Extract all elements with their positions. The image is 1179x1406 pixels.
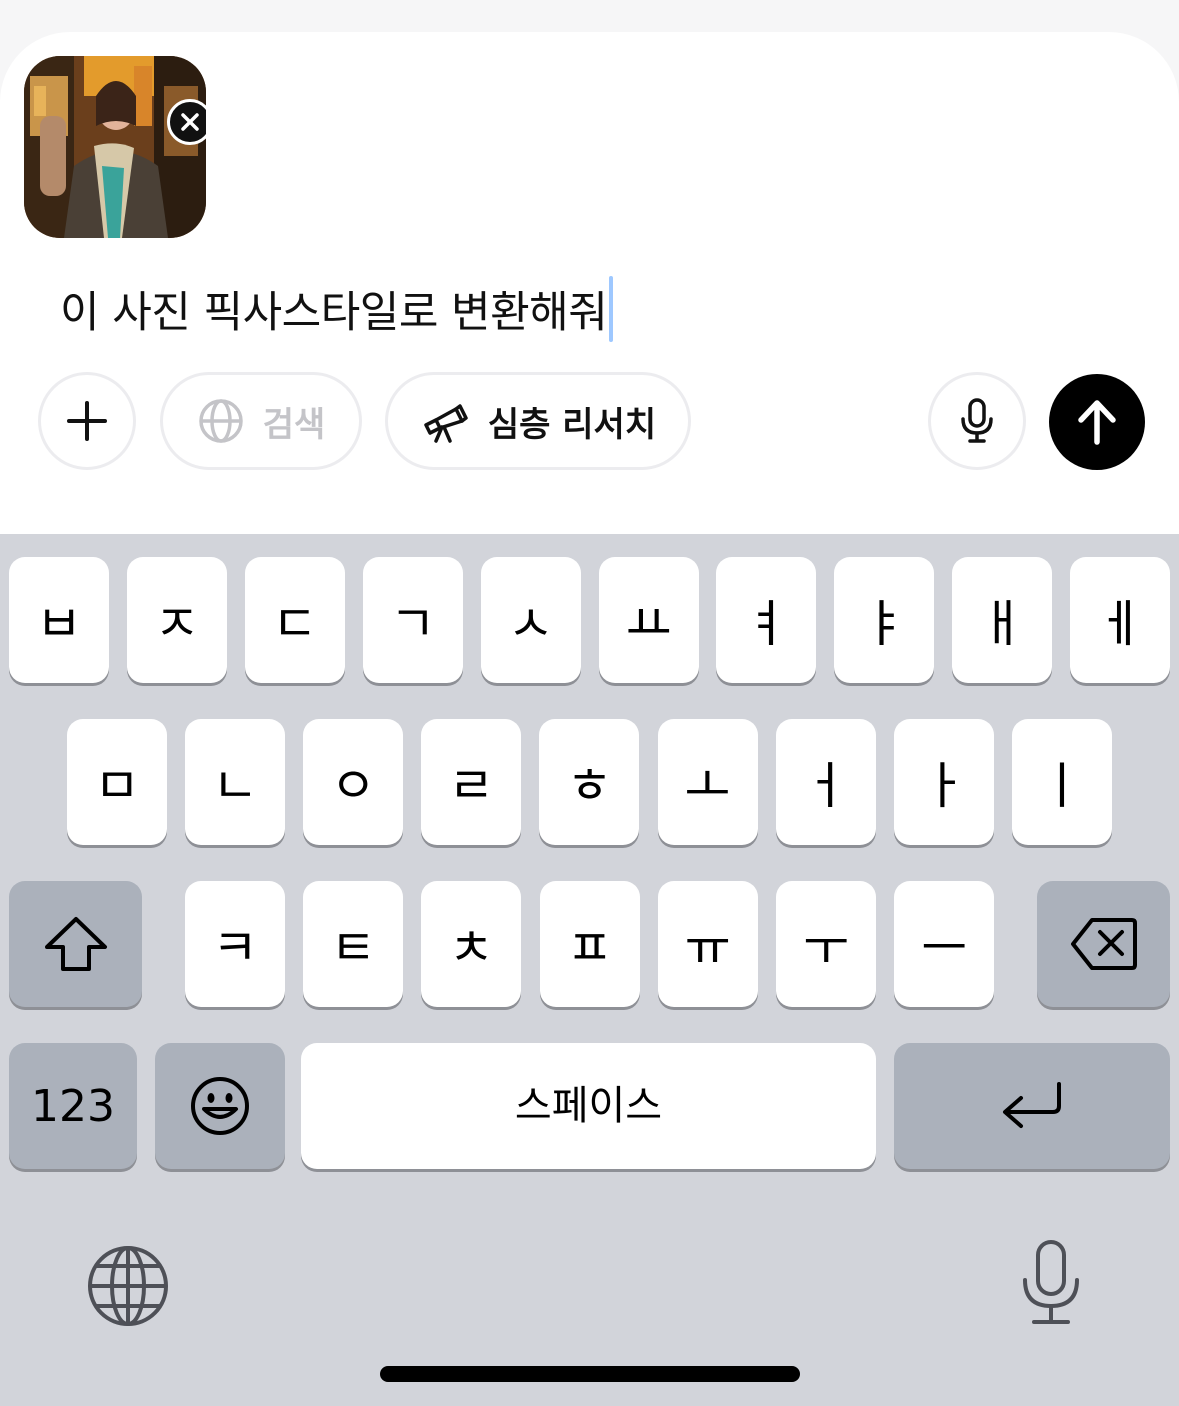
dictation-button[interactable] xyxy=(1020,1238,1082,1332)
letter-key-label: ㅛ xyxy=(625,595,672,653)
space-key[interactable]: 스페이스 xyxy=(301,1043,876,1169)
close-icon xyxy=(181,113,199,131)
letter-key[interactable]: ㅋ xyxy=(185,881,285,1007)
letter-key-label: ㅁ xyxy=(94,757,140,815)
letter-key-label: ㅇ xyxy=(330,757,377,815)
shift-key[interactable] xyxy=(9,881,142,1007)
letter-key[interactable]: ㅔ xyxy=(1070,557,1171,683)
return-icon xyxy=(1003,1082,1061,1128)
letter-key[interactable]: ㅗ xyxy=(657,719,758,845)
emoji-key[interactable] xyxy=(155,1043,285,1169)
letter-key-label: ㅑ xyxy=(861,595,908,653)
app-screen: 이 사진 픽사스타일로 변환해줘 검색 심층 리서치 ㅂ ㅈ ㄷ ㄱ ㅅ ㅛ ㅕ… xyxy=(0,0,1179,1406)
letter-key[interactable]: ㄴ xyxy=(185,719,286,845)
letter-key-label: ㅔ xyxy=(1097,595,1144,653)
delete-icon xyxy=(1070,918,1137,970)
letter-key-label: ㅏ xyxy=(920,757,967,815)
microphone-icon xyxy=(961,398,993,443)
letter-key-label: ㅓ xyxy=(802,757,849,815)
letter-key-label: ㅋ xyxy=(212,919,258,977)
letter-key-label: ㅎ xyxy=(566,757,613,815)
letter-key[interactable]: ㅌ xyxy=(303,881,404,1007)
letter-key[interactable]: ㄷ xyxy=(244,557,345,683)
letter-key-label: ㅌ xyxy=(330,919,377,977)
letter-key[interactable]: ㄱ xyxy=(362,557,463,683)
keyboard-switch-button[interactable] xyxy=(86,1244,170,1332)
microphone-icon xyxy=(1023,1240,1079,1324)
letter-key[interactable]: ㅅ xyxy=(480,557,581,683)
prompt-text: 이 사진 픽사스타일로 변환해줘 xyxy=(60,288,608,338)
globe-icon xyxy=(198,399,243,443)
letter-key[interactable]: ㅈ xyxy=(126,557,227,683)
letter-key[interactable]: ㅁ xyxy=(67,719,167,845)
return-key[interactable] xyxy=(894,1043,1170,1169)
arrow-up-icon xyxy=(1078,400,1116,445)
deep-research-label: 심층 리서치 xyxy=(487,404,657,445)
search-button[interactable]: 검색 xyxy=(160,372,362,470)
add-attachment-button[interactable] xyxy=(38,372,136,470)
attachment-image xyxy=(24,56,206,238)
letter-key-label: ㅜ xyxy=(803,919,849,977)
letter-key-label: ㅅ xyxy=(507,595,554,653)
letter-key-label: ㅡ xyxy=(921,919,968,977)
text-caret xyxy=(609,276,614,342)
letter-key-label: ㄴ xyxy=(212,757,259,815)
korean-keyboard: ㅂ ㅈ ㄷ ㄱ ㅅ ㅛ ㅕ ㅑ ㅐ ㅔ ㅁ ㄴ ㅇ ㄹ ㅎ ㅗ ㅓ ㅏ ㅣ ㅋ ㅌ ㅊ ㅍ ㅠ ㅜ ㅡ 123 스페이스 xyxy=(0,534,1179,1406)
plus-icon xyxy=(67,401,107,441)
letter-key[interactable]: ㅍ xyxy=(539,881,640,1007)
letter-key[interactable]: ㅡ xyxy=(894,881,995,1007)
deep-research-button[interactable]: 심층 리서치 xyxy=(385,372,691,470)
letter-key-label: ㅍ xyxy=(566,919,613,977)
search-label: 검색 xyxy=(262,404,326,445)
letter-key-label: ㅐ xyxy=(979,595,1026,653)
letter-key-label: ㅕ xyxy=(743,595,790,653)
letter-key-label: ㄹ xyxy=(448,757,495,815)
letter-key[interactable]: ㅠ xyxy=(657,881,758,1007)
letter-key-label: ㅈ xyxy=(153,595,200,653)
letter-key-label: ㄷ xyxy=(271,595,318,653)
attachment-thumbnail[interactable] xyxy=(24,56,206,238)
letter-key[interactable]: ㅂ xyxy=(9,557,109,683)
letter-key-label: ㅗ xyxy=(684,757,731,815)
letter-key-label: ㅂ xyxy=(36,595,82,653)
letter-key-label: ㄱ xyxy=(389,595,436,653)
letter-key-label: ㅠ xyxy=(684,919,731,977)
letter-key[interactable]: ㅛ xyxy=(598,557,699,683)
letter-key[interactable]: ㅎ xyxy=(539,719,640,845)
letter-key[interactable]: ㅏ xyxy=(893,719,994,845)
letter-key[interactable]: ㅕ xyxy=(716,557,817,683)
globe-icon xyxy=(88,1246,168,1326)
prompt-input[interactable]: 이 사진 픽사스타일로 변환해줘 xyxy=(60,274,614,344)
send-button[interactable] xyxy=(1049,374,1145,470)
shift-icon xyxy=(44,917,107,971)
letter-key[interactable]: ㅓ xyxy=(775,719,876,845)
delete-key[interactable] xyxy=(1037,881,1170,1007)
letter-key-label: ㅣ xyxy=(1038,757,1085,815)
letter-key[interactable]: ㅜ xyxy=(776,881,876,1007)
letter-key[interactable]: ㅣ xyxy=(1011,719,1112,845)
numbers-key[interactable]: 123 xyxy=(9,1043,137,1169)
emoji-icon xyxy=(191,1077,249,1135)
letter-key[interactable]: ㅇ xyxy=(303,719,404,845)
home-indicator xyxy=(380,1366,800,1382)
voice-input-button[interactable] xyxy=(928,372,1026,470)
letter-key-label: ㅊ xyxy=(448,919,495,977)
letter-key[interactable]: ㅊ xyxy=(421,881,522,1007)
letter-key[interactable]: ㄹ xyxy=(421,719,522,845)
space-key-label: 스페이스 xyxy=(514,1083,663,1129)
remove-attachment-button[interactable] xyxy=(167,99,206,145)
letter-key[interactable]: ㅑ xyxy=(834,557,935,683)
letter-key[interactable]: ㅐ xyxy=(952,557,1053,683)
telescope-icon xyxy=(424,404,468,443)
numbers-key-label: 123 xyxy=(31,1080,115,1132)
